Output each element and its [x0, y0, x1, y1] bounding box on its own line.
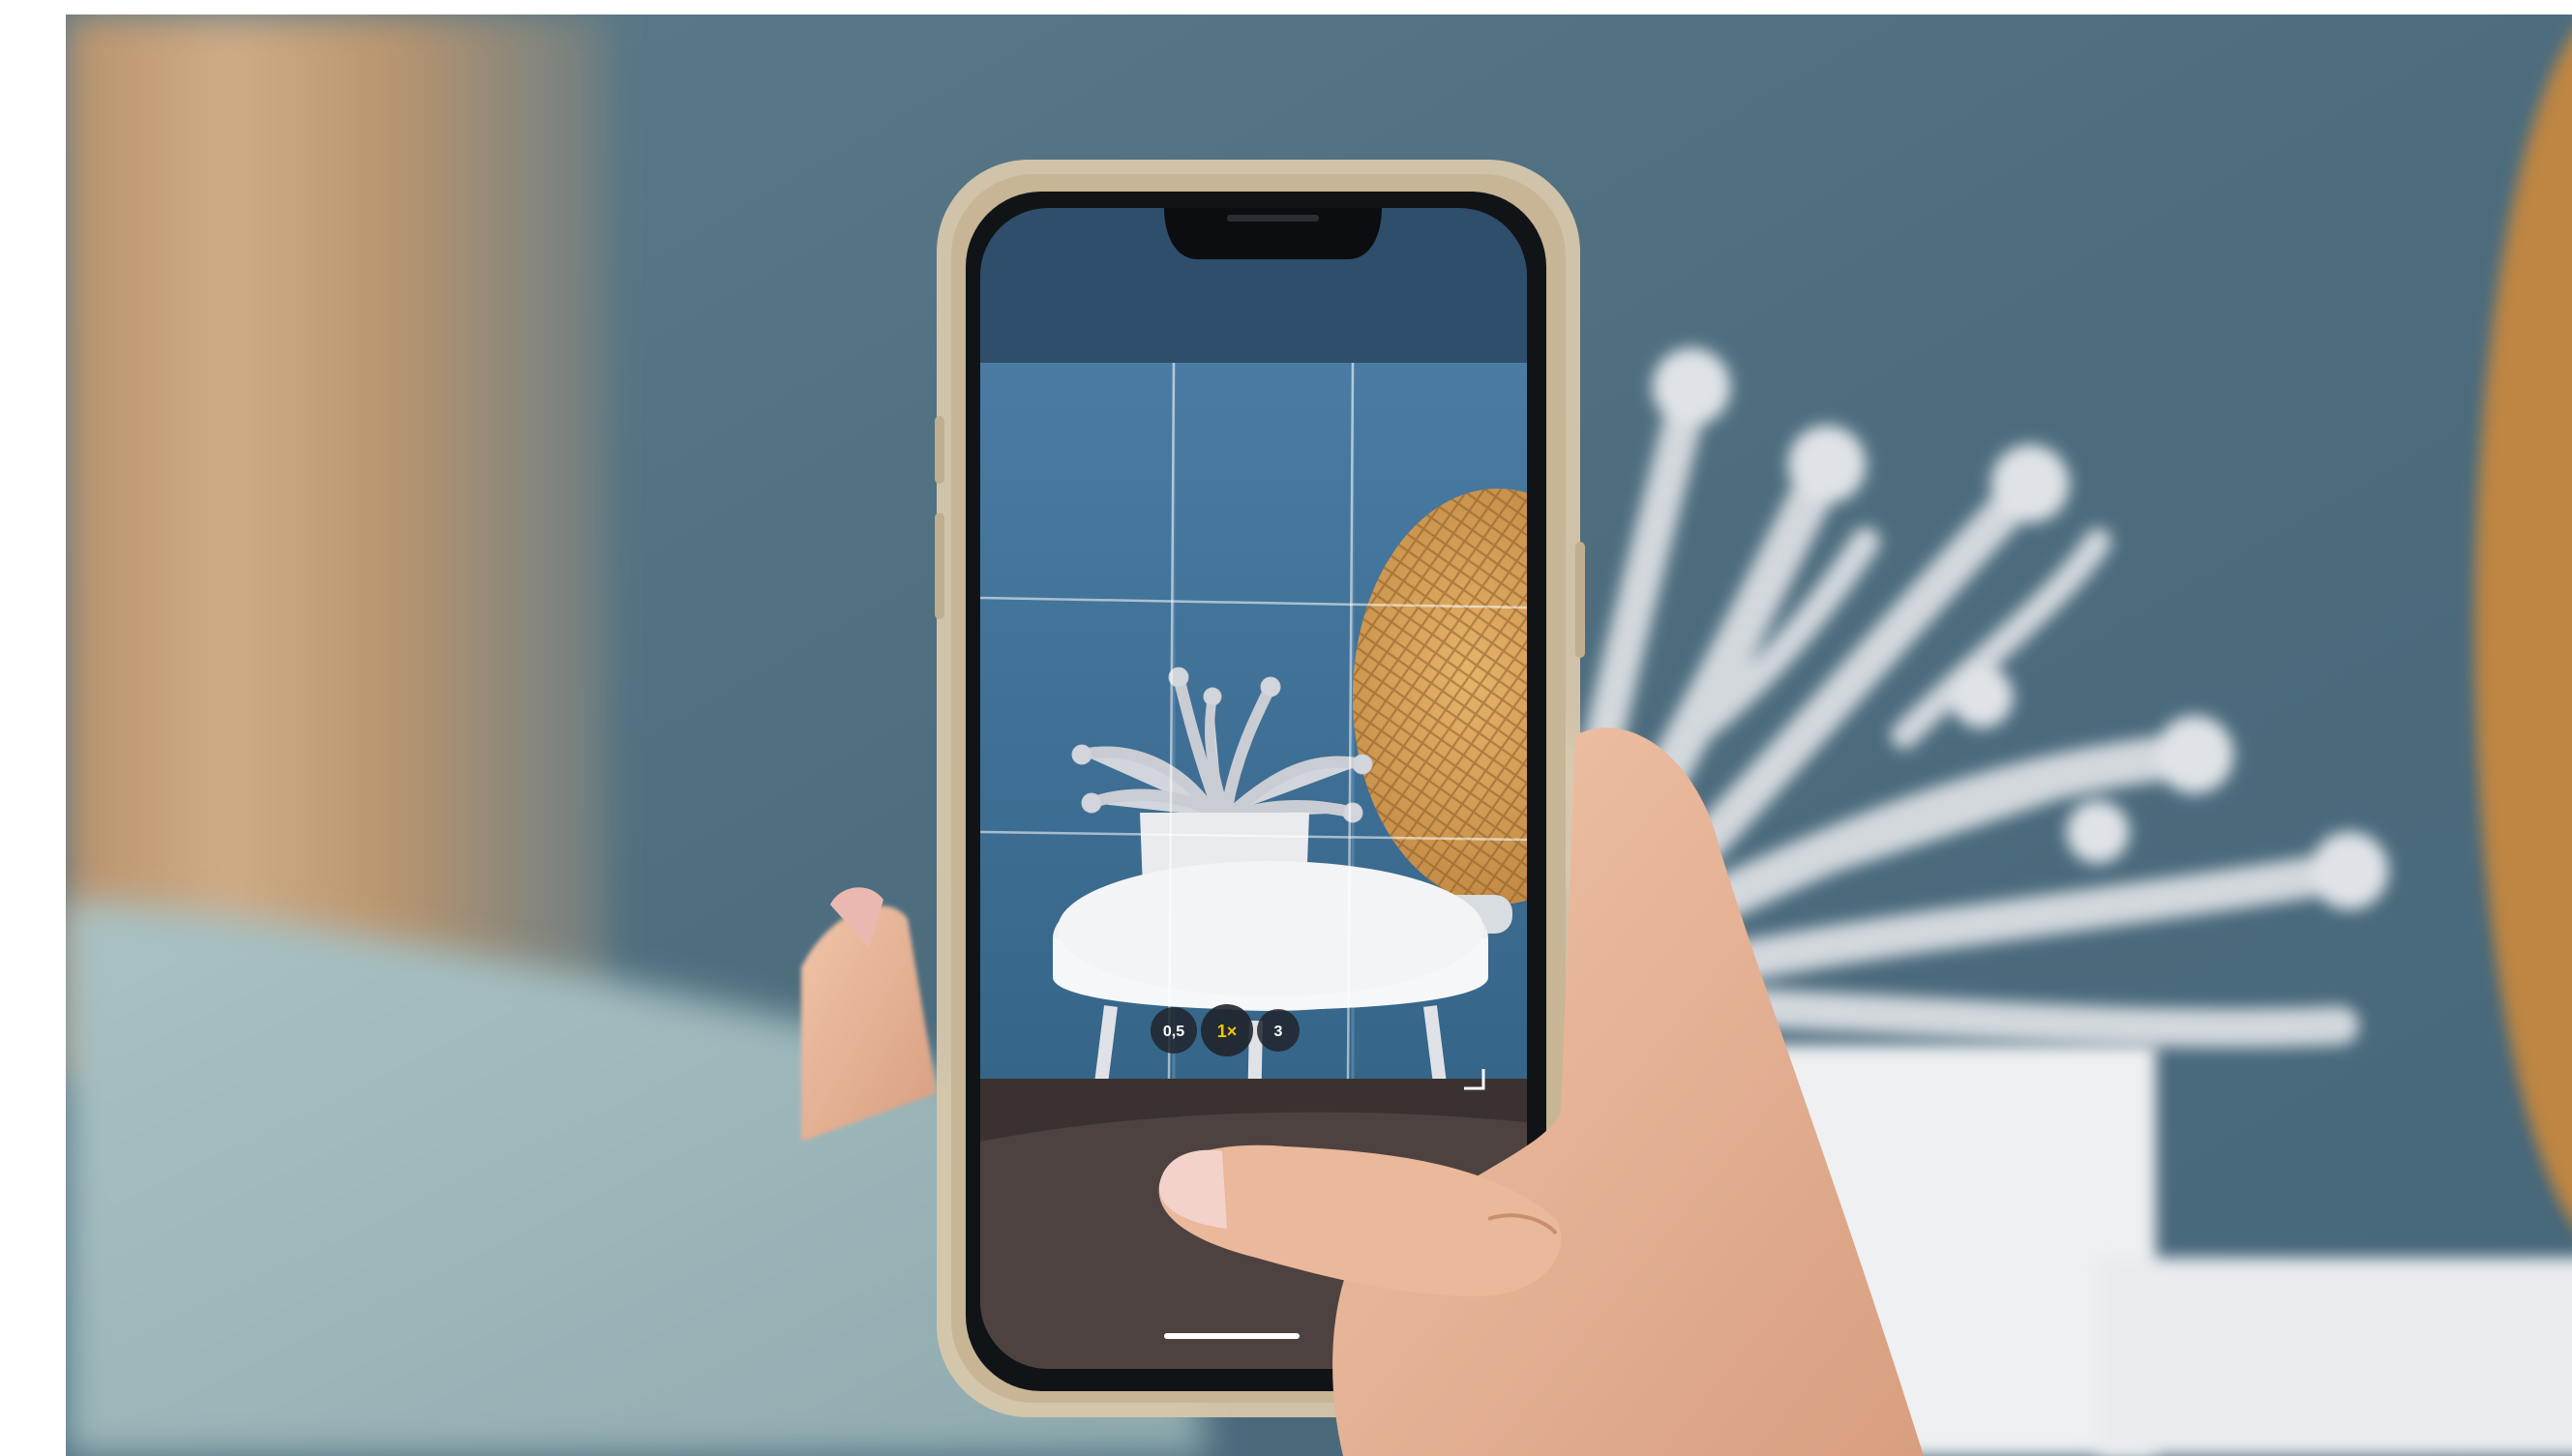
zoom-0-5-label: 0,5	[1163, 1024, 1184, 1040]
zoom-1x-label: 1×	[1217, 1022, 1238, 1041]
zoom-selector[interactable]: 0,5 1× 3	[1151, 1004, 1300, 1056]
photo-scene: 0,5 1× 3	[0, 0, 2572, 1456]
zoom-3-label: 3	[1274, 1024, 1283, 1040]
home-indicator[interactable]	[1164, 1333, 1300, 1339]
